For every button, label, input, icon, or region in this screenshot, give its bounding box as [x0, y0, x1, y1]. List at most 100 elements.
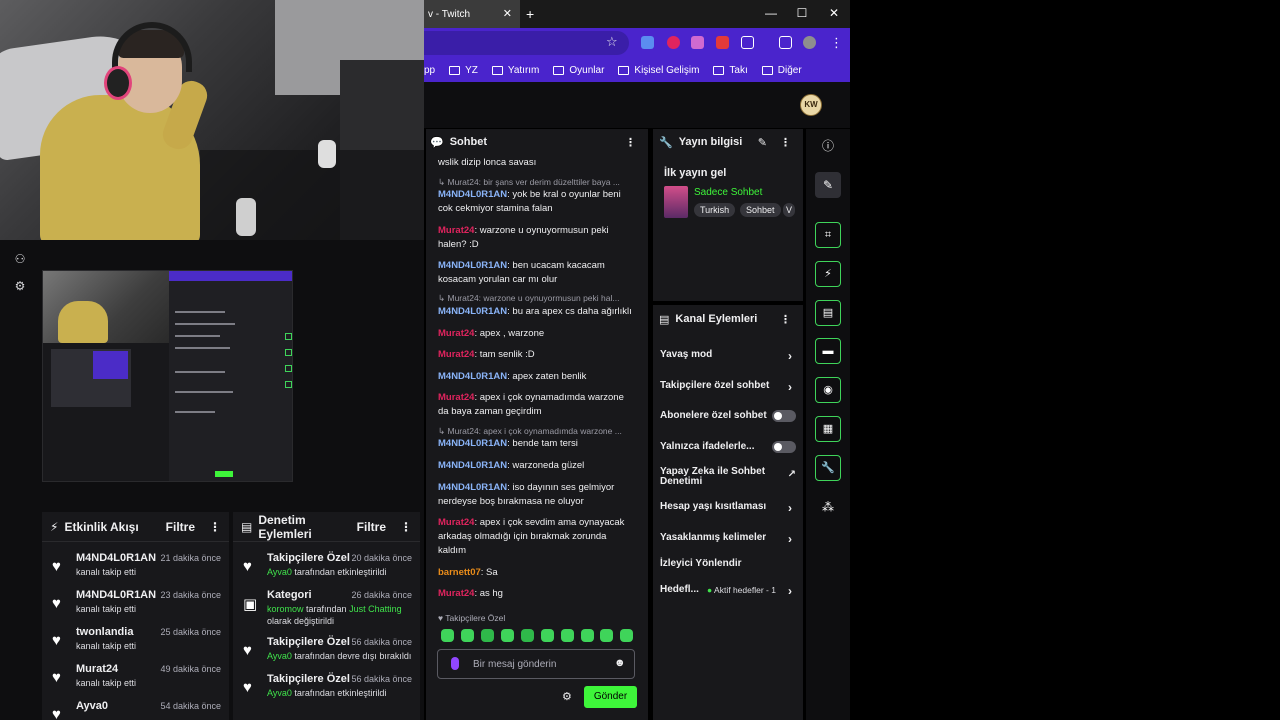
- translate-ext-icon[interactable]: [641, 36, 654, 49]
- send-button[interactable]: Gönder: [584, 686, 637, 708]
- toggle-switch[interactable]: [772, 441, 796, 453]
- chat-username[interactable]: M4ND4L0R1AN: [438, 482, 507, 493]
- chat-username[interactable]: M4ND4L0R1AN: [438, 260, 507, 271]
- mod-item[interactable]: ▣ Kategori koromow tarafından Just Chatt…: [233, 587, 420, 631]
- bookmark-folder[interactable]: Takı: [713, 65, 748, 76]
- emote-icon[interactable]: [600, 629, 613, 642]
- chat-username[interactable]: M4ND4L0R1AN: [438, 438, 507, 449]
- bookmark-folder[interactable]: Kişisel Gelişim: [618, 65, 699, 76]
- gear-icon[interactable]: ⚙: [12, 278, 28, 294]
- mod-filter-button[interactable]: Filtre: [357, 520, 386, 534]
- emote-icon[interactable]: [481, 629, 494, 642]
- edit-icon[interactable]: ✎: [758, 136, 767, 149]
- emoji-icon[interactable]: ☻: [614, 657, 626, 669]
- activity-item[interactable]: ♥ Murat24 kanalı takip etti 49 dakika ön…: [42, 661, 229, 697]
- bookmark-item[interactable]: pp: [424, 65, 435, 76]
- emote-icon[interactable]: [521, 629, 534, 642]
- user-avatar[interactable]: KW: [800, 94, 822, 116]
- reply-reference[interactable]: ↳ Murat24: apex i çok oynamadımda warzon…: [438, 426, 634, 437]
- extension-icon[interactable]: [716, 36, 729, 49]
- wrench-icon[interactable]: 🔧: [815, 455, 841, 481]
- omnibox[interactable]: [424, 31, 629, 55]
- reply-reference[interactable]: ↳ Murat24: warzone u oynuyormusun peki h…: [438, 293, 634, 304]
- emote-icon[interactable]: [541, 629, 554, 642]
- extension-icon[interactable]: [691, 36, 704, 49]
- microphone-icon[interactable]: [451, 657, 459, 670]
- mod-item[interactable]: ♥ Takipçilere Özel Ayva0 tarafından etki…: [233, 550, 420, 586]
- chat-username[interactable]: M4ND4L0R1AN: [438, 189, 507, 200]
- chat-username[interactable]: M4ND4L0R1AN: [438, 371, 507, 382]
- document-icon[interactable]: ▤: [815, 300, 841, 326]
- broadcast-icon[interactable]: ◉: [815, 377, 841, 403]
- activity-item[interactable]: ♥ Ayva0 54 dakika önce: [42, 698, 229, 720]
- chat-username[interactable]: Murat24: [438, 328, 474, 339]
- activity-item[interactable]: ♥ M4ND4L0R1AN kanalı takip etti 21 dakik…: [42, 550, 229, 586]
- media-icon[interactable]: [779, 36, 792, 49]
- chat-bubble-icon[interactable]: ▬: [815, 338, 841, 364]
- ad-icon[interactable]: ▦: [815, 416, 841, 442]
- bookmark-folder[interactable]: Yatırım: [491, 65, 539, 76]
- emote-icon[interactable]: [461, 629, 474, 642]
- toggle-switch[interactable]: [772, 410, 796, 422]
- tag-pill[interactable]: Sohbet: [740, 203, 781, 217]
- activity-filter-button[interactable]: Filtre: [166, 520, 195, 534]
- bookmark-folder[interactable]: Oyunlar: [553, 65, 604, 76]
- close-window-button[interactable]: ✕: [826, 6, 842, 20]
- reply-reference[interactable]: ↳ Murat24: bir şans ver derim düzelttile…: [438, 177, 634, 188]
- bolt-icon[interactable]: ⚡: [815, 261, 841, 287]
- goals-row[interactable]: Hedefl... ● Aktif hedefler - 1 ›: [660, 584, 796, 598]
- raid-row[interactable]: İzleyici Yönlendir: [660, 558, 796, 569]
- chat-username[interactable]: M4ND4L0R1AN: [438, 306, 507, 317]
- mod-item[interactable]: ♥ Takipçilere Özel Ayva0 tarafından devr…: [233, 634, 420, 670]
- tag-pill[interactable]: Turkish: [694, 203, 736, 217]
- more-icon[interactable]: ⋮: [209, 520, 221, 534]
- bookmark-folder[interactable]: YZ: [449, 65, 478, 76]
- emote-icon[interactable]: [441, 629, 454, 642]
- slow-mode-row[interactable]: Yavaş mod ›: [660, 349, 796, 363]
- chat-username[interactable]: barnett07: [438, 567, 481, 578]
- emote-icon[interactable]: [501, 629, 514, 642]
- chat-username[interactable]: Murat24: [438, 225, 474, 236]
- clip-icon[interactable]: ⌗: [815, 222, 841, 248]
- minimize-button[interactable]: —: [763, 6, 779, 20]
- emote-icon[interactable]: [561, 629, 574, 642]
- more-icon[interactable]: ⋮: [400, 520, 412, 534]
- subscribers-only-row[interactable]: Abonelere özel sohbet: [660, 410, 796, 422]
- more-icon[interactable]: ⋮: [780, 136, 791, 149]
- maximize-button[interactable]: ☐: [794, 6, 810, 20]
- close-tab-icon[interactable]: ✕: [503, 7, 512, 20]
- browser-tab[interactable]: v - Twitch ✕: [424, 0, 520, 28]
- chat-username[interactable]: Murat24: [438, 517, 474, 528]
- chat-username[interactable]: Murat24: [438, 588, 474, 599]
- new-tab-button[interactable]: +: [526, 6, 534, 22]
- more-icon[interactable]: ⋮: [780, 313, 791, 326]
- bookmark-folder[interactable]: Diğer: [761, 65, 802, 76]
- chat-username[interactable]: Murat24: [438, 349, 474, 360]
- emote-icon[interactable]: [620, 629, 633, 642]
- menu-icon[interactable]: ⋮: [830, 35, 843, 51]
- extension-icon[interactable]: [667, 36, 680, 49]
- account-age-row[interactable]: Hesap yaşı kısıtlaması ›: [660, 501, 796, 515]
- emote-icon[interactable]: [581, 629, 594, 642]
- chat-username[interactable]: M4ND4L0R1AN: [438, 460, 507, 471]
- more-icon[interactable]: ⋮: [625, 136, 636, 149]
- banned-words-row[interactable]: Yasaklanmış kelimeler ›: [660, 532, 796, 546]
- bookmark-label: Kişisel Gelişim: [634, 64, 700, 76]
- info-icon[interactable]: ⓘ: [815, 133, 841, 159]
- edit-icon[interactable]: ✎: [815, 172, 841, 198]
- ai-moderation-row[interactable]: Yapay Zeka ile Sohbet Denetimi ↗: [660, 467, 796, 487]
- bookmark-star-icon[interactable]: ☆: [606, 34, 618, 50]
- profile-icon[interactable]: [803, 36, 816, 49]
- puzzle-icon[interactable]: [741, 36, 754, 49]
- add-action-icon[interactable]: ⁂: [815, 494, 841, 520]
- users-icon[interactable]: ⚇: [12, 251, 28, 267]
- activity-item[interactable]: ♥ twonlandia kanalı takip etti 25 dakika…: [42, 624, 229, 660]
- tag-pill[interactable]: V: [783, 203, 795, 217]
- mod-item[interactable]: ♥ Takipçilere Özel Ayva0 tarafından etki…: [233, 671, 420, 707]
- chat-username[interactable]: Murat24: [438, 392, 474, 403]
- chat-settings-icon[interactable]: ⚙: [562, 690, 572, 703]
- followers-only-row[interactable]: Takipçilere özel sohbet ›: [660, 380, 796, 394]
- stream-category[interactable]: Sadece Sohbet: [694, 187, 762, 198]
- activity-item[interactable]: ♥ M4ND4L0R1AN kanalı takip etti 23 dakik…: [42, 587, 229, 623]
- emote-only-row[interactable]: Yalnızca ifadelerle...: [660, 441, 796, 453]
